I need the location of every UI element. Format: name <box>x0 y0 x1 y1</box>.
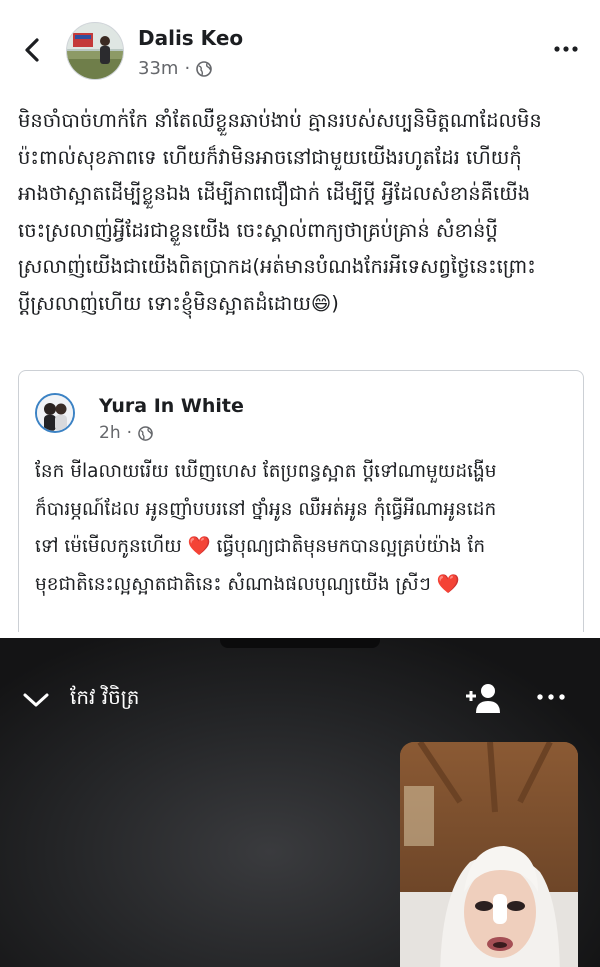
shared-text-line: មុខជាតិនេះល្អស្អាតជាតិនេះ សំណាងផលបុណ្យយើ… <box>35 573 460 595</box>
meta-separator: · <box>184 58 191 79</box>
author-name[interactable]: Dalis Keo <box>138 26 243 50</box>
pip-video-frame <box>400 742 578 967</box>
shared-meta: 2h · <box>99 423 153 443</box>
shared-text-line: នែក មីlaលាយរើយ ឃើញហេស តែប្រពន្ធស្អាត ប្ត… <box>35 461 497 482</box>
post-text-line: ប្តីស្រលាញ់ហើយ ទោះខ្ញុំមិនស្អាតដំដោយ😄) <box>18 291 339 315</box>
self-view-pip[interactable] <box>400 742 578 967</box>
add-person-button[interactable] <box>462 680 502 716</box>
post-header: Dalis Keo 33m · <box>0 0 600 96</box>
add-person-icon <box>466 684 500 713</box>
more-horizontal-icon <box>554 46 578 52</box>
post-meta: 33m · <box>138 58 212 79</box>
post-text-line: អាងថាស្អាតដើម្បីខ្លួនឯង ដើម្បីភាពជឿជាក់ … <box>18 182 531 206</box>
shared-time[interactable]: 2h <box>99 423 121 443</box>
more-horizontal-icon <box>537 694 565 700</box>
minimize-button[interactable] <box>18 686 54 714</box>
post-text-line: មិនចាំបាច់ហាក់កែ នាំតែឈឺខ្លួនឆាប់ងាប់ គ្… <box>18 109 542 132</box>
shared-text-line: ក៏បារម្ភណ៍ដែល អូនញាំបបរនៅ ថ្នាំអូន ឈឺអត់… <box>35 498 497 520</box>
back-arrow-icon <box>25 38 39 62</box>
post-text: មិនចាំបាច់ហាក់កែ នាំតែឈឺខ្លួនឆាប់ងាប់ គ្… <box>18 103 584 323</box>
chevron-down-icon <box>23 693 49 707</box>
call-title: កែវ វិចិត្រ <box>70 685 140 709</box>
shared-author-name[interactable]: Yura In White <box>99 395 244 417</box>
back-button[interactable] <box>18 30 46 70</box>
post-more-button[interactable] <box>552 38 580 60</box>
post-text-line: ប៉ះពាល់សុខភាពទេ ហើយក៏វាមិនអាចនៅជាមួយយើងរ… <box>18 145 522 169</box>
video-more-button[interactable] <box>534 686 568 708</box>
globe-icon <box>138 425 153 441</box>
post-text-line: ស្រលាញ់យើងជាយើងពិតប្រាកដ(អត់មានបំណងកែរអី… <box>18 255 536 279</box>
post-text-line: ចេះស្រលាញ់អ្វីដែរជាខ្លួនយើង ចេះស្គាល់ពាក… <box>18 218 498 242</box>
shared-post-card[interactable]: Yura In White 2h · នែក មីlaលាយរើយ ឃើញហេស… <box>18 370 584 632</box>
author-avatar[interactable] <box>66 22 124 80</box>
shared-post-text: នែក មីlaលាយរើយ ឃើញហេស តែប្រពន្ធស្អាត ប្ត… <box>35 453 571 603</box>
video-notch <box>220 638 380 648</box>
post-time[interactable]: 33m <box>138 58 178 79</box>
shared-meta-separator: · <box>126 423 132 443</box>
globe-icon <box>196 60 212 77</box>
shared-author-avatar[interactable] <box>35 393 75 433</box>
video-call-screen[interactable]: កែវ វិចិត្រ <box>0 638 600 967</box>
shared-text-line: ទៅ ម៉េមើលកូនហើយ ❤️ ធ្វើបុណ្យជាតិមុនមកបាន… <box>35 536 486 557</box>
